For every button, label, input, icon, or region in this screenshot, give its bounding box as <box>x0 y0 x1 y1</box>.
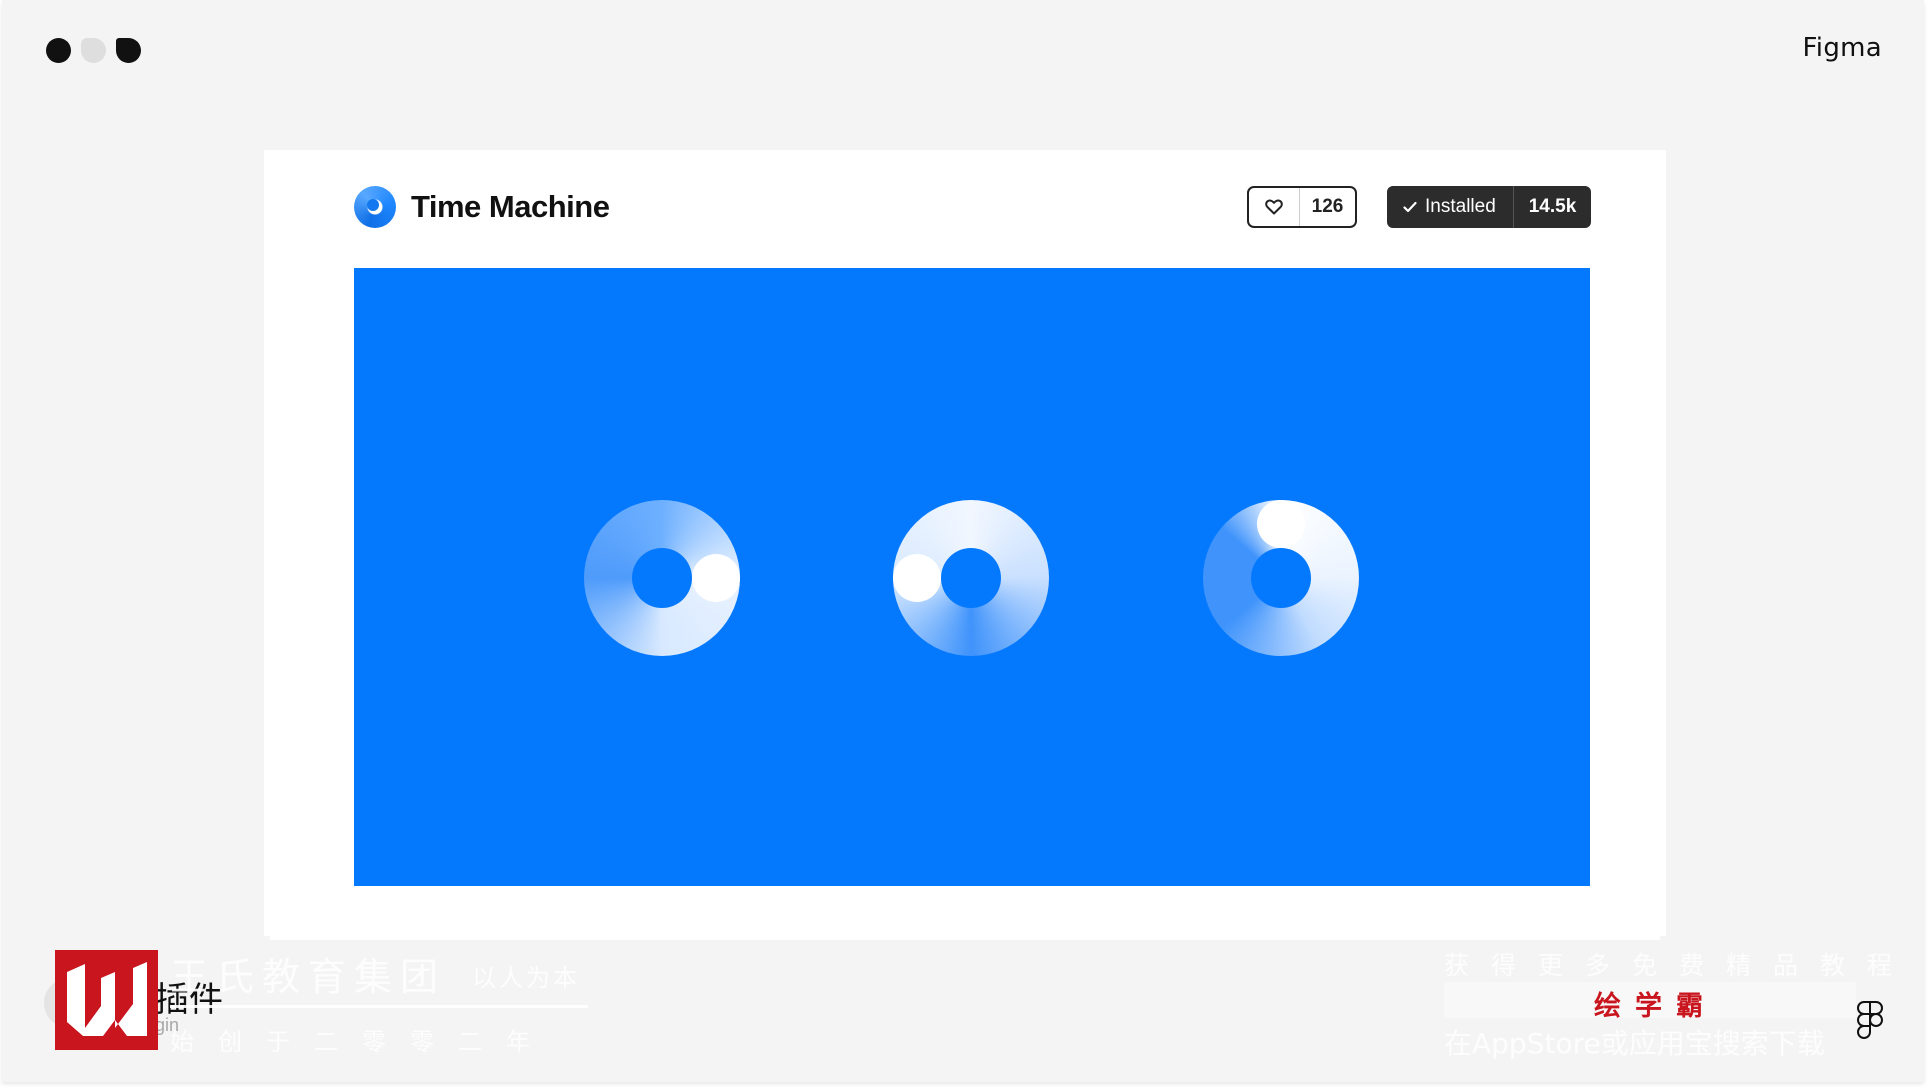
heart-icon <box>1249 188 1300 226</box>
like-count: 126 <box>1311 196 1344 217</box>
brand-label: Figma <box>1802 33 1882 63</box>
window-dot-leaf[interactable] <box>116 38 141 63</box>
window-dot-black[interactable] <box>46 38 71 63</box>
plugin-header: Time Machine <box>354 186 610 228</box>
watermark-since: 始创于二零零二年 <box>170 1028 554 1056</box>
watermark-logo <box>55 950 158 1050</box>
installed-label: Installed <box>1425 196 1496 217</box>
figma-logo-icon <box>1856 1000 1884 1047</box>
plugin-card: Time Machine 126 Installed 14.5k <box>264 150 1666 936</box>
like-button[interactable]: 126 <box>1247 186 1357 228</box>
watermark-right-line3: 在AppStore或应用宝搜索下载 <box>1444 1027 1825 1060</box>
watermark-right-line1: 获得更多免费精品教程 <box>1444 951 1915 980</box>
plugin-hero-image <box>354 268 1590 886</box>
watermark-slogan: 以人为本 <box>472 964 580 992</box>
card-bottom-edge <box>270 920 1660 940</box>
ring-graphic-1 <box>584 500 740 656</box>
time-machine-logo-icon <box>354 186 396 228</box>
watermark-title: 王氏教育集团 <box>170 955 447 999</box>
ring-graphic-3 <box>1203 500 1359 656</box>
installed-toggle[interactable]: Installed <box>1387 186 1514 228</box>
installed-button[interactable]: Installed 14.5k <box>1387 186 1591 228</box>
ring-graphic-2 <box>893 500 1049 656</box>
window-dot-grey[interactable] <box>81 38 106 63</box>
plugin-title: Time Machine <box>411 189 610 224</box>
watermark-right-brand: 绘学霸 <box>1594 991 1717 1022</box>
window-controls <box>46 38 141 63</box>
check-icon <box>1403 201 1417 213</box>
watermark-divider <box>170 1005 588 1008</box>
install-count: 14.5k <box>1528 196 1577 217</box>
